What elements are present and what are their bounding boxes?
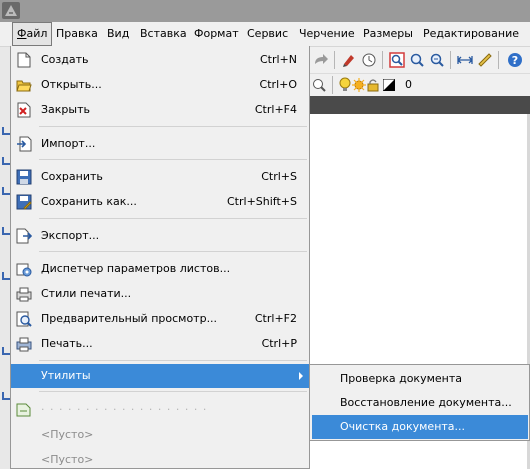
submenu-item-audit[interactable]: Проверка документа <box>312 367 528 391</box>
print-icon <box>15 335 33 353</box>
utilities-submenu: Проверка документа Восстановление докуме… <box>309 364 530 441</box>
zoom-previous-icon[interactable] <box>428 51 446 69</box>
menu-view[interactable]: Вид <box>103 22 133 46</box>
menu-separator <box>39 159 307 160</box>
toolbar-separator <box>334 51 335 69</box>
save-as-icon <box>15 193 33 211</box>
menu-insert[interactable]: Вставка <box>136 22 191 46</box>
menu-separator <box>39 360 307 361</box>
menu-separator <box>39 218 307 219</box>
standard-toolbar: ? <box>308 47 530 74</box>
open-folder-icon <box>15 76 33 94</box>
toolbar-separator <box>498 51 499 69</box>
draw-tool-icon[interactable] <box>2 187 10 195</box>
close-document-icon <box>15 101 33 119</box>
layers-toolbar <box>308 74 530 96</box>
layer-states-icon[interactable] <box>310 76 328 94</box>
submenu-item-recover[interactable]: Восстановление документа... <box>312 391 528 415</box>
menu-service[interactable]: Сервис <box>243 22 292 46</box>
match-properties-icon[interactable] <box>340 51 358 69</box>
menu-item-close[interactable]: Закрыть Ctrl+F4 <box>11 98 309 122</box>
toolbar-separator <box>450 51 451 69</box>
draw-tool-icon[interactable] <box>2 227 10 235</box>
properties-icon[interactable] <box>360 51 378 69</box>
menu-item-export[interactable]: Экспорт... <box>11 224 309 248</box>
menu-item-save[interactable]: Сохранить Ctrl+S <box>11 165 309 189</box>
title-bar <box>0 0 530 22</box>
menu-modify[interactable]: Редактирование <box>419 22 523 46</box>
menu-item-utilities[interactable]: Утилиты <box>11 364 309 388</box>
menu-item-print[interactable]: Печать... Ctrl+P <box>11 332 309 356</box>
new-document-icon <box>15 51 33 69</box>
app-icon <box>2 2 20 19</box>
menu-separator <box>39 126 307 127</box>
page-setup-icon <box>15 260 33 278</box>
submenu-arrow-icon <box>299 372 303 380</box>
draw-tool-icon[interactable] <box>2 272 10 280</box>
menu-separator <box>39 391 307 392</box>
submenu-item-purge[interactable]: Очистка документа... <box>312 415 528 439</box>
draw-tool-icon[interactable] <box>2 392 10 400</box>
menu-item-empty: <Пусто> <box>41 428 94 441</box>
drawing-header <box>308 96 530 114</box>
draw-tool-icon[interactable] <box>2 127 10 135</box>
draw-tool-icon[interactable] <box>2 347 10 355</box>
layer-color-icon[interactable] <box>380 76 398 94</box>
left-draw-toolbar <box>0 47 10 469</box>
file-menu: Создать Ctrl+N Открыть... Ctrl+O Закрыть… <box>10 46 310 469</box>
current-layer-value[interactable]: 0 <box>405 77 412 93</box>
toolbar-separator <box>382 51 383 69</box>
ruler-icon[interactable] <box>476 51 494 69</box>
menu-item-print-preview[interactable]: Предварительный просмотр... Ctrl+F2 <box>11 307 309 331</box>
save-icon <box>15 168 33 186</box>
zoom-window-icon[interactable] <box>388 51 406 69</box>
help-icon[interactable]: ? <box>506 51 524 69</box>
svg-text:?: ? <box>512 54 518 67</box>
import-icon <box>15 135 33 153</box>
measure-distance-icon[interactable] <box>456 51 474 69</box>
menu-item-new[interactable]: Создать Ctrl+N <box>11 48 309 72</box>
menu-item-page-setup[interactable]: Диспетчер параметров листов... <box>11 257 309 281</box>
export-icon <box>15 227 33 245</box>
menu-item-import[interactable]: Импорт... <box>11 132 309 156</box>
menu-item-empty: <Пусто> <box>41 453 94 466</box>
menu-edit[interactable]: Правка <box>52 22 102 46</box>
print-styles-icon <box>15 285 33 303</box>
menu-item-save-as[interactable]: Сохранить как... Ctrl+Shift+S <box>11 190 309 214</box>
redo-icon[interactable] <box>312 51 330 69</box>
zoom-realtime-icon[interactable] <box>408 51 426 69</box>
toolbar-separator <box>332 76 333 94</box>
recent-file-blurred: · · · · · · · · · · · · · · · · · · · <box>41 403 208 416</box>
recent-file-icon <box>15 401 33 419</box>
menu-bar: Файл Правка Вид Вставка Формат Сервис Че… <box>0 22 530 47</box>
menu-format[interactable]: Формат <box>190 22 243 46</box>
menu-draw[interactable]: Черчение <box>295 22 359 46</box>
menu-separator <box>39 251 307 252</box>
draw-tool-icon[interactable] <box>2 157 10 165</box>
menu-dimensions[interactable]: Размеры <box>359 22 417 46</box>
menu-file[interactable]: Файл <box>12 22 53 46</box>
menu-item-print-styles[interactable]: Стили печати... <box>11 282 309 306</box>
print-preview-icon <box>15 310 33 328</box>
menu-item-recent-file[interactable]: · · · · · · · · · · · · · · · · · · · <box>11 398 309 422</box>
menu-item-open[interactable]: Открыть... Ctrl+O <box>11 73 309 97</box>
